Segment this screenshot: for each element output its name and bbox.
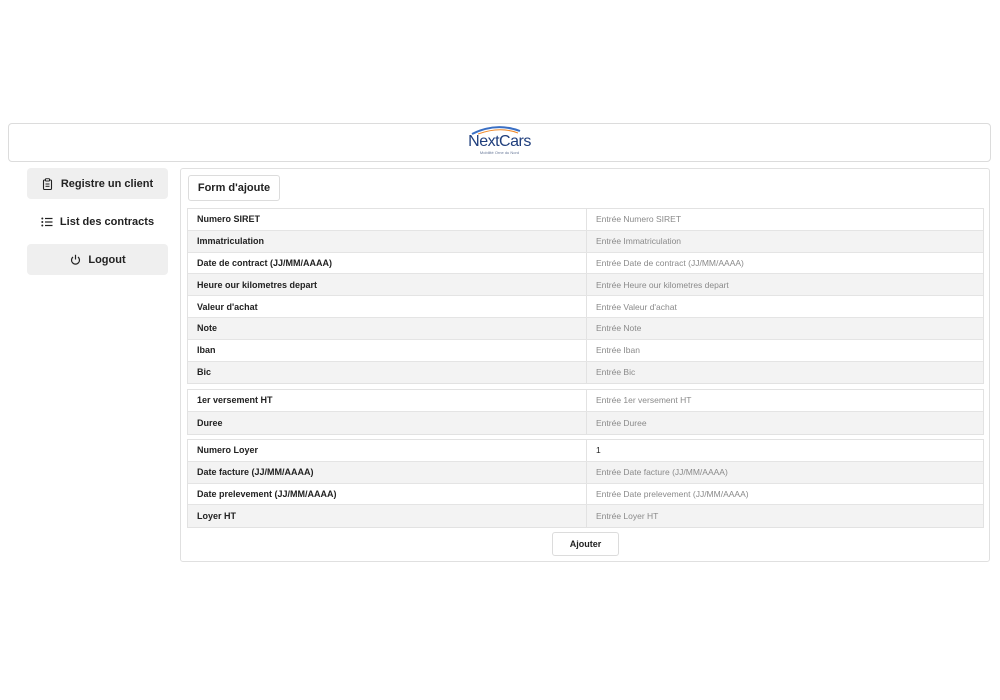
form-row: Duree bbox=[188, 411, 983, 434]
duree-input[interactable] bbox=[596, 417, 983, 428]
field-label: Iban bbox=[188, 339, 587, 361]
app-header: NextCars Mobilité Orne du Nord bbox=[8, 123, 991, 162]
nextcars-logo[interactable]: NextCars Mobilité Orne du Nord bbox=[468, 125, 531, 155]
valeur-achat-input[interactable] bbox=[596, 301, 983, 312]
sidebar: Registre un client List des contracts Lo… bbox=[27, 168, 168, 282]
iban-input[interactable] bbox=[596, 345, 983, 356]
form-row: Immatriculation bbox=[188, 230, 983, 253]
field-label: Date prelevement (JJ/MM/AAAA) bbox=[188, 483, 587, 505]
form-table-loyer: Numero Loyer Date facture (JJ/MM/AAAA) D… bbox=[187, 439, 984, 529]
form-row: Date facture (JJ/MM/AAAA) bbox=[188, 461, 983, 484]
field-label: Duree bbox=[188, 411, 587, 434]
logo-tagline: Mobilité Orne du Nord bbox=[479, 149, 520, 155]
clipboard-icon bbox=[42, 177, 54, 190]
sidebar-item-registre-client[interactable]: Registre un client bbox=[27, 168, 168, 199]
numero-loyer-input[interactable] bbox=[596, 445, 983, 456]
form-row: Valeur d'achat bbox=[188, 296, 983, 318]
field-label: Loyer HT bbox=[188, 505, 587, 528]
date-prelevement-input[interactable] bbox=[596, 488, 983, 499]
form-row: Note bbox=[188, 317, 983, 340]
note-input[interactable] bbox=[596, 323, 983, 334]
sidebar-item-label: Registre un client bbox=[60, 177, 154, 190]
ajouter-button[interactable]: Ajouter bbox=[552, 532, 619, 556]
tab-form-ajoute[interactable]: Form d'ajoute bbox=[188, 175, 280, 201]
form-row: 1er versement HT bbox=[188, 390, 983, 412]
form-row: Numero SIRET bbox=[188, 209, 983, 231]
logo-text: NextCars bbox=[468, 132, 531, 150]
loyer-ht-input[interactable] bbox=[596, 511, 983, 522]
form-table-main: Numero SIRET Immatriculation Date de con… bbox=[187, 208, 984, 385]
form-row: Iban bbox=[188, 339, 983, 362]
field-label: Heure our kilometres depart bbox=[188, 274, 587, 296]
form-row: Numero Loyer bbox=[188, 440, 983, 462]
form-row: Date de contract (JJ/MM/AAAA) bbox=[188, 252, 983, 275]
field-label: Numero SIRET bbox=[188, 209, 587, 230]
field-label: Note bbox=[188, 317, 587, 339]
form-panel: Form d'ajoute Numero SIRET Immatriculati… bbox=[180, 168, 990, 562]
form-row: Loyer HT bbox=[188, 505, 983, 528]
list-icon bbox=[41, 216, 53, 228]
form-table-versement: 1er versement HT Duree bbox=[187, 389, 984, 435]
date-facture-input[interactable] bbox=[596, 467, 983, 478]
field-label: Numero Loyer bbox=[188, 440, 587, 461]
sidebar-item-logout[interactable]: Logout bbox=[27, 244, 168, 275]
sidebar-item-label: List des contracts bbox=[59, 215, 155, 228]
field-label: Date facture (JJ/MM/AAAA) bbox=[188, 461, 587, 483]
field-label: Date de contract (JJ/MM/AAAA) bbox=[188, 252, 587, 274]
date-contract-input[interactable] bbox=[596, 257, 983, 268]
premier-versement-input[interactable] bbox=[596, 395, 983, 406]
immatriculation-input[interactable] bbox=[596, 236, 983, 247]
logo-swoosh-icon bbox=[471, 125, 521, 135]
form-row: Heure our kilometres depart bbox=[188, 274, 983, 297]
power-icon bbox=[69, 254, 81, 266]
field-label: Immatriculation bbox=[188, 230, 587, 252]
field-label: Valeur d'achat bbox=[188, 296, 587, 317]
sidebar-item-label: Logout bbox=[88, 253, 126, 266]
field-label: 1er versement HT bbox=[188, 390, 587, 411]
bic-input[interactable] bbox=[596, 367, 983, 378]
sidebar-item-list-contracts[interactable]: List des contracts bbox=[27, 206, 168, 237]
form-row: Date prelevement (JJ/MM/AAAA) bbox=[188, 483, 983, 506]
field-label: Bic bbox=[188, 361, 587, 384]
form-row: Bic bbox=[188, 361, 983, 384]
numero-siret-input[interactable] bbox=[596, 214, 983, 225]
heure-kilometres-input[interactable] bbox=[596, 279, 983, 290]
